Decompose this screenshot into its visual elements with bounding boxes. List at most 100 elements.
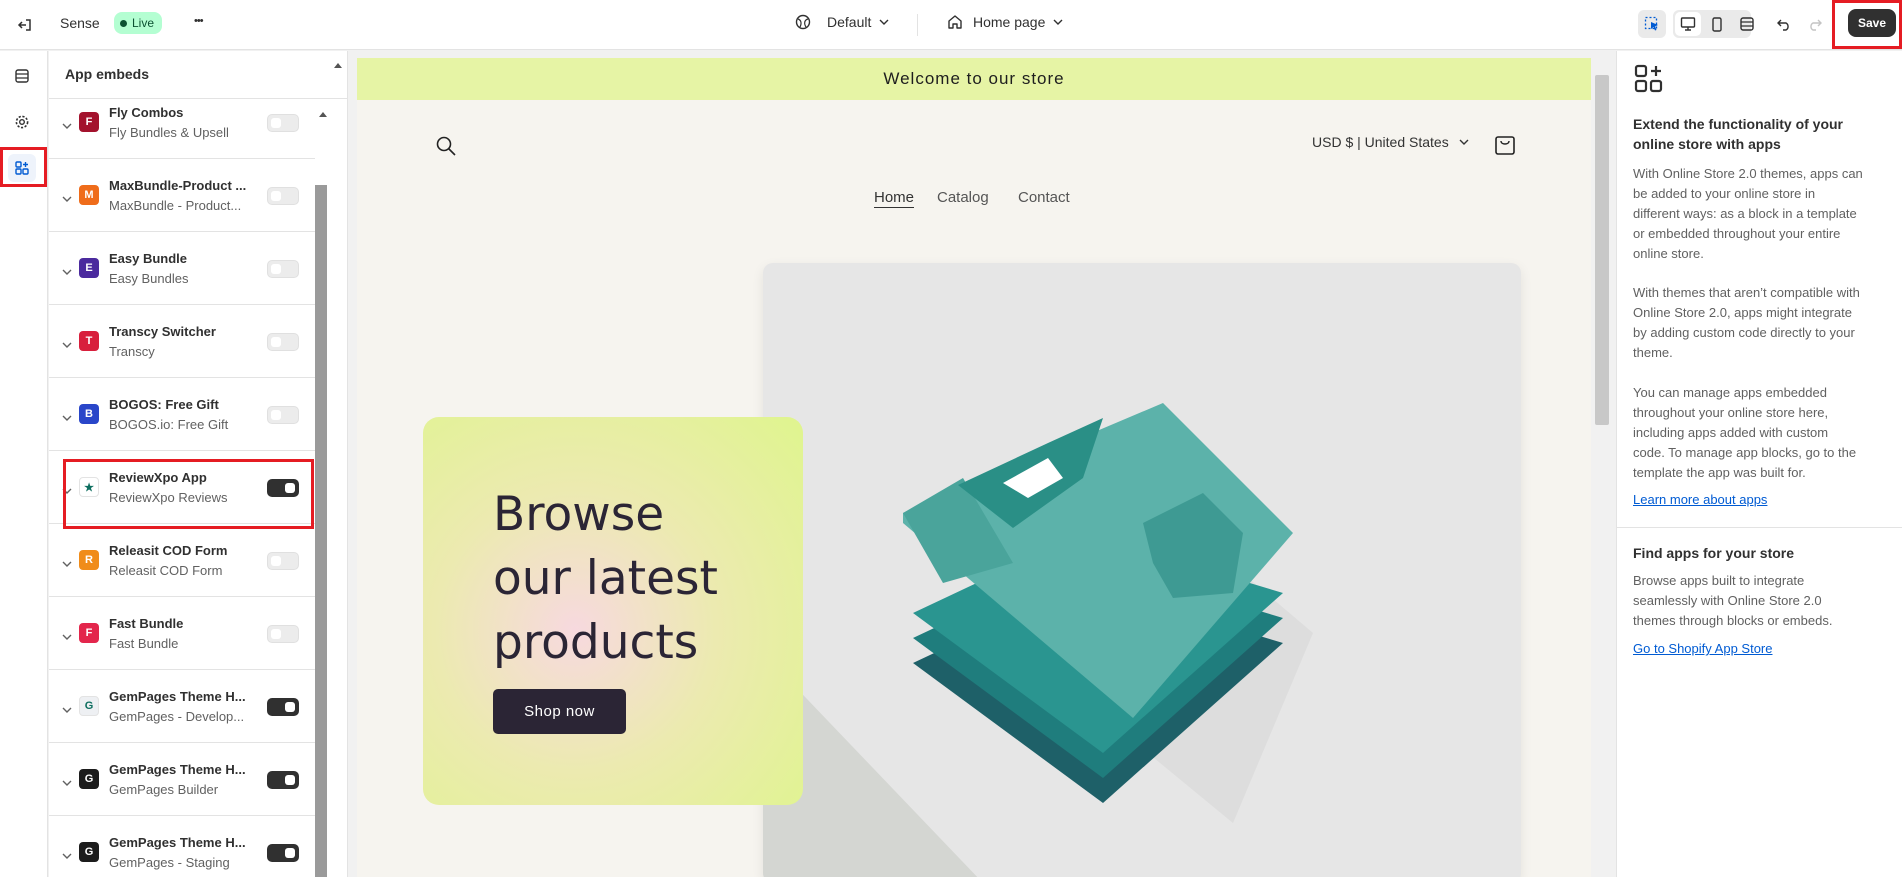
redo-icon[interactable]: [1803, 12, 1827, 36]
store-preview: Welcome to our store USD $ | United Stat…: [357, 58, 1591, 877]
shop-now-button[interactable]: Shop now: [493, 689, 626, 734]
chevron-down-icon[interactable]: [62, 189, 72, 205]
nav-contact[interactable]: Contact: [1018, 189, 1070, 206]
chevron-down-icon: [1459, 139, 1469, 145]
embed-toggle[interactable]: [267, 333, 299, 351]
template-selector[interactable]: Default: [793, 12, 889, 32]
embed-subtitle: Fly Bundles & Upsell: [109, 125, 229, 140]
embed-toggle[interactable]: [267, 771, 299, 789]
highlight-save: [1832, 0, 1902, 49]
embed-item[interactable]: E Easy Bundle Easy Bundles: [49, 232, 315, 305]
currency-label: USD $ | United States: [1312, 134, 1449, 150]
toggle-knob: [285, 702, 295, 712]
preview-scroll-thumb[interactable]: [1595, 75, 1609, 425]
embed-item[interactable]: B BOGOS: Free Gift BOGOS.io: Free Gift: [49, 378, 315, 451]
embed-item[interactable]: G GemPages Theme H... GemPages - Staging: [49, 816, 315, 877]
toggle-knob: [271, 556, 281, 566]
embed-name: GemPages Theme H...: [109, 762, 246, 777]
info-paragraph: With Online Store 2.0 themes, apps can b…: [1633, 166, 1863, 261]
undo-icon[interactable]: [1772, 12, 1796, 36]
embed-item[interactable]: F Fast Bundle Fast Bundle: [49, 597, 315, 670]
app-logo-icon: F: [79, 623, 99, 643]
embed-item[interactable]: R Releasit COD Form Releasit COD Form: [49, 524, 315, 597]
embed-item[interactable]: G GemPages Theme H... GemPages Builder: [49, 743, 315, 816]
app-store-link[interactable]: Go to Shopify App Store: [1633, 641, 1772, 656]
app-logo-icon: R: [79, 550, 99, 570]
apps-icon: [1634, 64, 1664, 97]
sections-icon[interactable]: [8, 62, 36, 90]
globe-icon: [793, 12, 813, 32]
scroll-up-icon[interactable]: [319, 104, 327, 120]
embed-toggle[interactable]: [267, 406, 299, 424]
embed-item[interactable]: F Fly Combos Fly Bundles & Upsell: [49, 86, 315, 159]
app-logo-icon: G: [79, 842, 99, 862]
chevron-down-icon[interactable]: [62, 116, 72, 132]
hero-heading: Browse our latest products: [493, 483, 718, 675]
chevron-down-icon[interactable]: [62, 773, 72, 789]
embed-subtitle: MaxBundle - Product...: [109, 198, 242, 213]
chevron-down-icon[interactable]: [62, 554, 72, 570]
mobile-icon[interactable]: [1705, 12, 1729, 36]
embed-toggle[interactable]: [267, 698, 299, 716]
nav-home[interactable]: Home: [874, 189, 915, 208]
scroll-up-icon[interactable]: [334, 55, 342, 71]
page-label: Home page: [973, 14, 1046, 30]
embed-name: MaxBundle-Product ...: [109, 178, 247, 193]
top-bar: Sense Live ••• Default Home page Save: [0, 0, 1902, 50]
info-heading-line: Extend the functionality of your: [1633, 116, 1844, 132]
toggle-knob: [271, 410, 281, 420]
embed-name: GemPages Theme H...: [109, 835, 246, 850]
embed-toggle[interactable]: [267, 844, 299, 862]
embed-item[interactable]: M MaxBundle-Product ... MaxBundle - Produc…: [49, 159, 315, 232]
embed-toggle[interactable]: [267, 625, 299, 643]
embed-name: Fly Combos: [109, 105, 184, 120]
toggle-knob: [271, 264, 281, 274]
info-heading-line: online store with apps: [1633, 136, 1781, 152]
page-selector[interactable]: Home page: [945, 12, 1063, 32]
hero-heading-line: products: [493, 615, 699, 670]
embed-toggle[interactable]: [267, 187, 299, 205]
live-dot-icon: [120, 19, 127, 27]
home-icon: [945, 12, 965, 32]
exit-icon[interactable]: [14, 14, 36, 36]
embed-name: GemPages Theme H...: [109, 689, 246, 704]
panel-scrollbar[interactable]: [315, 185, 327, 877]
find-apps-heading: Find apps for your store: [1633, 545, 1795, 561]
embed-toggle[interactable]: [267, 260, 299, 278]
desktop-icon[interactable]: [1675, 12, 1701, 36]
embed-item[interactable]: T Transcy Switcher Transcy: [49, 305, 315, 378]
embed-item[interactable]: G GemPages Theme H... GemPages - Develop..…: [49, 670, 315, 743]
more-actions-button[interactable]: •••: [194, 15, 204, 27]
embed-name: Easy Bundle: [109, 251, 188, 266]
chevron-down-icon[interactable]: [62, 700, 72, 716]
chevron-down-icon[interactable]: [62, 408, 72, 424]
search-icon[interactable]: [435, 135, 457, 160]
chevron-down-icon[interactable]: [62, 335, 72, 351]
toggle-knob: [271, 337, 281, 347]
chevron-down-icon[interactable]: [62, 627, 72, 643]
nav-catalog[interactable]: Catalog: [937, 189, 989, 206]
embed-name: BOGOS: Free Gift: [109, 397, 219, 412]
embed-toggle[interactable]: [267, 114, 299, 132]
toggle-knob: [285, 848, 295, 858]
embed-name: Transcy Switcher: [109, 324, 216, 339]
chevron-down-icon[interactable]: [62, 846, 72, 862]
inspector-icon[interactable]: [1638, 10, 1666, 38]
cart-icon[interactable]: [1494, 132, 1516, 159]
divider: [917, 14, 918, 36]
divider: [1617, 527, 1902, 528]
embed-name: Fast Bundle: [109, 616, 184, 631]
app-logo-icon: B: [79, 404, 99, 424]
currency-selector[interactable]: USD $ | United States: [1312, 134, 1469, 150]
info-paragraph: You can manage apps embedded throughout …: [1633, 385, 1857, 480]
hero-card: Browse our latest products Shop now: [423, 417, 803, 805]
settings-gear-icon[interactable]: [8, 108, 36, 136]
embed-toggle[interactable]: [267, 552, 299, 570]
hero-image: [763, 263, 1521, 877]
fullscreen-icon[interactable]: [1735, 12, 1759, 36]
app-logo-icon: G: [79, 769, 99, 789]
learn-more-link[interactable]: Learn more about apps: [1633, 492, 1767, 507]
app-logo-icon: T: [79, 331, 99, 351]
chevron-down-icon[interactable]: [62, 262, 72, 278]
embed-subtitle: GemPages Builder: [109, 782, 219, 797]
